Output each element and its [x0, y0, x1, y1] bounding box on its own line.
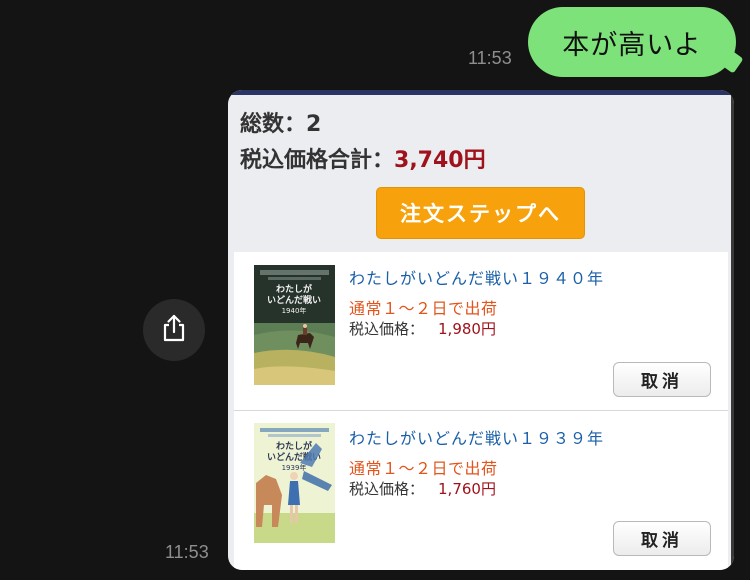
item-price: 1,980円: [438, 320, 496, 338]
svg-text:1940年: 1940年: [282, 306, 307, 315]
cart-total-count: 総数：2: [240, 106, 321, 138]
cart-item-list: わたしが いどんだ戦い 1940年 わたしがいどんだ戦い１９４０年 通常１～２日…: [234, 252, 728, 570]
price-label: 税込価格：: [349, 320, 425, 338]
shipping-status: 通常１～２日で出荷: [349, 299, 498, 318]
message-text: 本が高いよ: [562, 29, 702, 61]
card-top-bar: [228, 90, 734, 95]
book-title-link[interactable]: わたしがいどんだ戦い１９３９年: [349, 425, 604, 449]
checkout-button[interactable]: 注文ステップへ: [376, 187, 585, 239]
count-value: 2: [306, 112, 322, 137]
share-icon: [159, 313, 189, 347]
svg-text:わたしが: わたしが: [276, 440, 313, 452]
svg-text:いどんだ戦い: いどんだ戦い: [267, 294, 321, 306]
item-price: 1,760円: [438, 480, 496, 498]
book-title-link[interactable]: わたしがいどんだ戦い１９４０年: [349, 265, 604, 289]
count-label: 総数：: [240, 112, 307, 137]
cancel-button[interactable]: 取消: [613, 362, 711, 397]
share-button[interactable]: [143, 299, 205, 361]
cart-item: わたしが いどんだ戦い 1940年 わたしがいどんだ戦い１９４０年 通常１～２日…: [234, 252, 728, 411]
book-cover-image[interactable]: わたしが いどんだ戦い 1939年: [254, 423, 335, 543]
card-timestamp: 11:53: [165, 542, 209, 562]
svg-text:1939年: 1939年: [282, 463, 307, 472]
item-price-row: 税込価格： 1,760円: [349, 478, 496, 499]
card-edge: [731, 90, 734, 570]
cancel-button[interactable]: 取消: [613, 521, 711, 556]
svg-text:わたしが: わたしが: [276, 283, 313, 295]
price-label: 税込価格：: [349, 480, 425, 498]
book-cover-image[interactable]: わたしが いどんだ戦い 1940年: [254, 265, 335, 385]
cart-screenshot-card[interactable]: 総数：2 税込価格合計：3,740円 注文ステップへ わたしが いどんだ戦い 1…: [228, 90, 734, 570]
sent-message-bubble[interactable]: 本が高いよ: [528, 7, 736, 77]
shipping-status: 通常１～２日で出荷: [349, 459, 498, 478]
total-value: 3,740円: [394, 148, 486, 173]
cart-item: わたしが いどんだ戦い 1939年 わたしがいどんだ戦い１９３９年 通常１～２日…: [234, 411, 728, 569]
item-price-row: 税込価格： 1,980円: [349, 318, 496, 339]
message-timestamp: 11:53: [468, 48, 512, 68]
cart-total-price: 税込価格合計：3,740円: [240, 142, 486, 174]
total-label: 税込価格合計：: [240, 148, 395, 173]
